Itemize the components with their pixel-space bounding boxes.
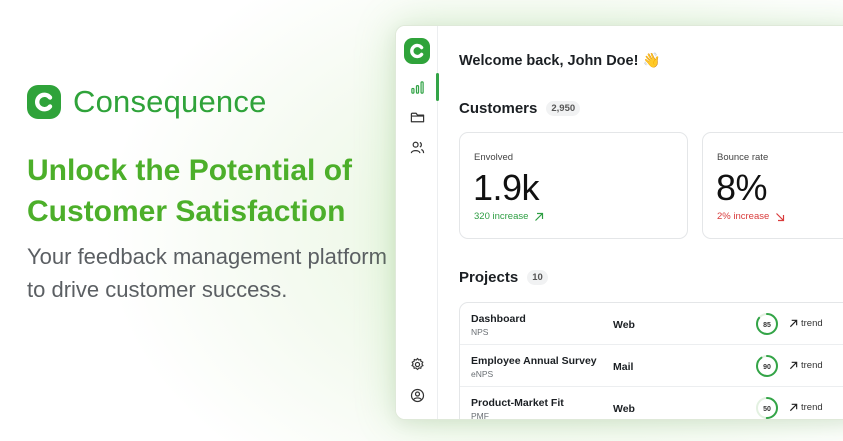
project-type: eNPS	[471, 369, 494, 379]
user-circle-icon	[410, 388, 424, 402]
project-name: Product-Market Fit	[471, 397, 564, 409]
sidebar	[396, 26, 439, 419]
project-channel: Web	[613, 319, 635, 331]
score-ring: 50	[756, 397, 778, 419]
stat-value: 8%	[716, 167, 768, 208]
brand-logo: Consequence	[27, 84, 267, 120]
trend-link[interactable]: trend	[789, 360, 823, 371]
sidebar-item-profile[interactable]	[396, 384, 438, 406]
consequence-logo-icon	[27, 85, 61, 119]
trend-label: trend	[801, 318, 823, 329]
trend-link[interactable]: trend	[789, 402, 823, 413]
score-value: 50	[763, 406, 771, 413]
stat-delta: 2% increase	[717, 211, 785, 222]
score-ring: 90	[756, 355, 778, 377]
arrow-down-right-icon	[776, 212, 785, 221]
trend-link[interactable]: trend	[789, 318, 823, 329]
project-name: Employee Annual Survey	[471, 355, 597, 367]
score-value: 85	[763, 322, 771, 329]
stat-label: Bounce rate	[717, 152, 769, 163]
stat-value: 1.9k	[473, 167, 540, 208]
sidebar-item-dashboard[interactable]	[396, 73, 439, 101]
bar-chart-icon	[410, 80, 424, 94]
project-channel: Web	[613, 403, 635, 415]
stat-card-bounce-rate[interactable]: Bounce rate 8% 2% increase	[702, 132, 843, 239]
stat-delta-text: 320 increase	[474, 211, 529, 222]
project-name: Dashboard	[471, 313, 526, 325]
stat-delta-text: 2% increase	[717, 211, 770, 222]
project-channel: Mail	[613, 361, 634, 373]
project-type: PMF	[471, 411, 489, 420]
table-row[interactable]: Employee Annual Survey eNPS Mail 90 tren…	[460, 345, 843, 387]
trend-label: trend	[801, 360, 823, 371]
main-content: Welcome back, John Doe! 👋 Customers 2,95…	[438, 26, 843, 419]
arrow-up-right-icon	[789, 361, 798, 370]
projects-section-title: Projects 10	[459, 269, 548, 286]
trend-label: trend	[801, 402, 823, 413]
arrow-up-right-icon	[789, 403, 798, 412]
settings-icon	[410, 357, 424, 370]
score-ring: 85	[756, 313, 778, 335]
table-row[interactable]: Dashboard NPS Web 85 trend	[460, 303, 843, 345]
customers-count-badge: 2,950	[546, 101, 581, 116]
projects-count-badge: 10	[527, 270, 548, 285]
users-icon	[410, 141, 424, 153]
waving-hand-icon: 👋	[642, 53, 661, 69]
folder-icon	[410, 112, 424, 122]
stat-delta: 320 increase	[474, 211, 544, 222]
customers-title: Customers	[459, 100, 538, 117]
hero-subline: Your feedback management platform to dri…	[27, 244, 387, 302]
score-value: 90	[763, 364, 771, 371]
sidebar-item-customers[interactable]	[396, 136, 438, 158]
app-window: Welcome back, John Doe! 👋 Customers 2,95…	[395, 25, 843, 420]
sidebar-item-projects[interactable]	[396, 106, 438, 128]
stat-label: Envolved	[474, 152, 514, 163]
project-type: NPS	[471, 327, 489, 337]
table-row[interactable]: Product-Market Fit PMF Web 50 trend	[460, 387, 843, 420]
customers-section-title: Customers 2,950	[459, 100, 581, 117]
arrow-up-right-icon	[535, 212, 544, 221]
stat-card-envolved[interactable]: Envolved 1.9k 320 increase	[459, 132, 688, 239]
brand-name: Consequence	[73, 84, 267, 119]
hero-headline: Unlock the Potential of Customer Satisfa…	[27, 154, 353, 228]
sidebar-item-settings[interactable]	[396, 353, 438, 375]
welcome-text: Welcome back, John Doe!	[459, 53, 639, 69]
projects-title: Projects	[459, 269, 519, 286]
projects-table: Dashboard NPS Web 85 trend Employee Annu…	[459, 302, 843, 420]
app-logo-icon[interactable]	[404, 38, 430, 64]
arrow-up-right-icon	[789, 319, 798, 328]
welcome-heading: Welcome back, John Doe! 👋	[459, 52, 661, 69]
